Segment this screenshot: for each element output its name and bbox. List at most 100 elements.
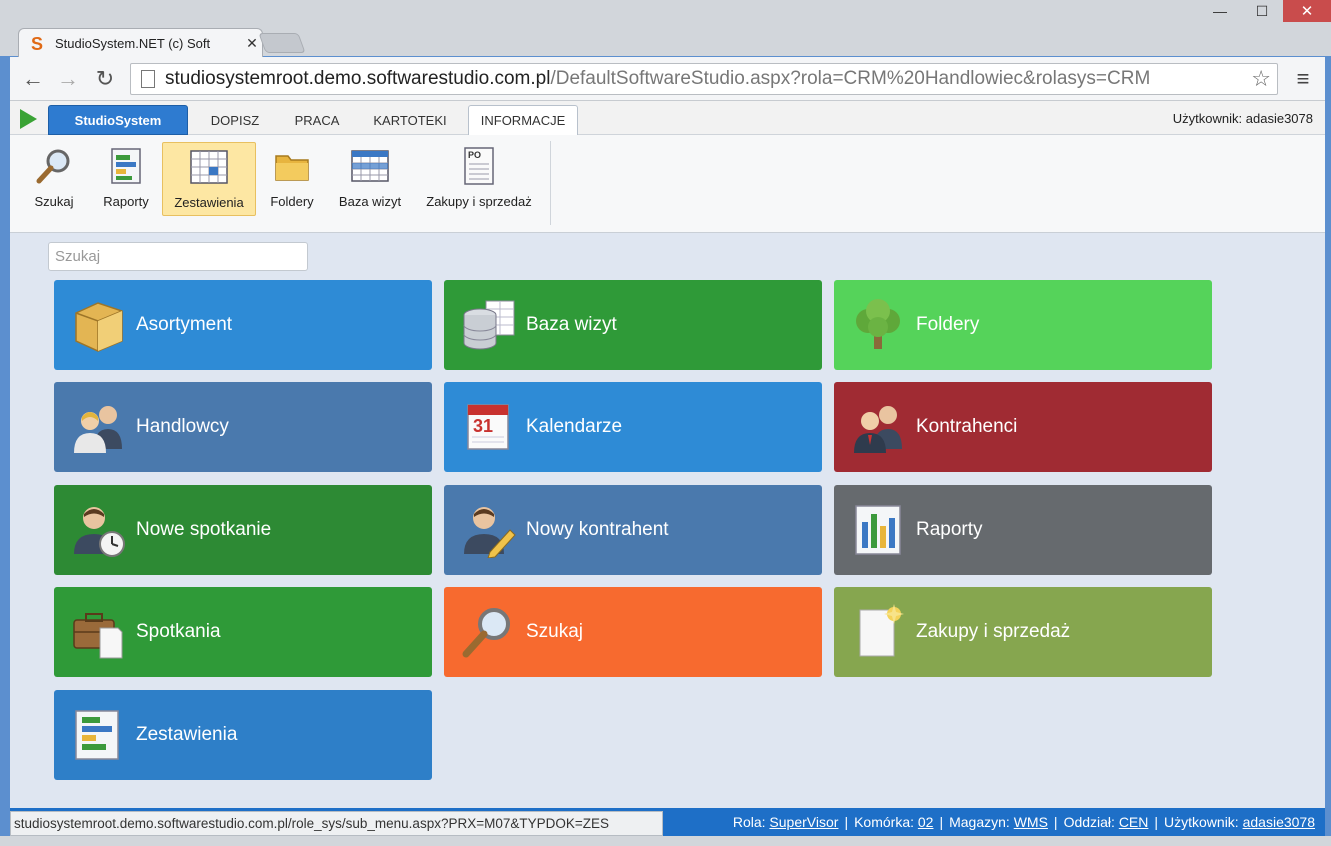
tile-raporty[interactable]: Raporty <box>834 485 1212 575</box>
tile-label: Asortyment <box>136 314 233 335</box>
ribbon-foldery-button[interactable]: Foldery <box>264 142 320 216</box>
ribbon-szukaj-button[interactable]: Szukaj <box>28 142 80 216</box>
url-path: /DefaultSoftwareStudio.aspx?rola=CRM%20H… <box>550 68 1151 89</box>
tile-label: Handlowcy <box>136 416 229 437</box>
play-icon[interactable] <box>20 109 37 129</box>
ribbon-label: Baza wizyt <box>338 194 402 209</box>
ribbon-label: Zakupy i sprzedaż <box>426 194 532 209</box>
ribbon-raporty-button[interactable]: Raporty <box>96 142 156 216</box>
browser-menu-icon[interactable]: ≡ <box>1292 66 1314 92</box>
tile-label: Kontrahenci <box>916 416 1018 437</box>
ribbon-label: Szukaj <box>34 194 74 209</box>
tab-praca[interactable]: PRACA <box>282 105 352 135</box>
tab-informacje[interactable]: INFORMACJE <box>468 105 578 135</box>
users-icon <box>848 397 908 457</box>
ribbon-baza-wizyt-button[interactable]: Baza wizyt <box>334 142 406 216</box>
tile-label: Raporty <box>916 519 983 540</box>
tab-kartoteki[interactable]: KARTOTEKI <box>364 105 456 135</box>
reload-icon[interactable]: ↻ <box>92 66 118 92</box>
new-tab-button[interactable] <box>258 33 306 53</box>
ribbon-label: Raporty <box>103 194 149 209</box>
uzytkownik-link[interactable]: adasie3078 <box>1243 814 1315 830</box>
table-icon <box>189 147 229 187</box>
tile-label: Szukaj <box>526 621 584 642</box>
tile-label: Zestawienia <box>136 724 238 745</box>
window-titlebar: — ☐ ✕ S StudioSystem.NET (c) Soft ✕ <box>0 0 1331 58</box>
tile-asortyment[interactable]: Asortyment <box>54 280 432 370</box>
bookmark-star-icon[interactable]: ☆ <box>1251 66 1271 92</box>
tab-dopisz[interactable]: DOPISZ <box>200 105 270 135</box>
calendar-grid-icon <box>350 146 390 186</box>
tile-label: Foldery <box>916 314 980 335</box>
ribbon-toolbar: Szukaj Raporty Zestawienia Foldery Baza … <box>10 135 1325 233</box>
oddzial-label: Oddział: <box>1063 814 1115 830</box>
app-area: StudioSystem DOPISZ PRACA KARTOTEKI INFO… <box>10 101 1325 808</box>
tab-studiosystem[interactable]: StudioSystem <box>48 105 188 135</box>
tile-label: Nowe spotkanie <box>136 519 272 540</box>
tile-szukaj[interactable]: Szukaj <box>444 587 822 677</box>
tile-label: Zakupy i sprzedaż <box>916 621 1071 642</box>
report-icon <box>106 146 146 186</box>
tab-close-icon[interactable]: ✕ <box>242 35 262 52</box>
svg-text:PO: PO <box>468 150 481 160</box>
tile-zestawienia[interactable]: Zestawienia <box>54 690 432 780</box>
user-edit-icon <box>458 500 518 560</box>
maximize-icon[interactable]: ☐ <box>1241 0 1283 22</box>
ribbon-zakupy-button[interactable]: PO Zakupy i sprzedaż <box>418 142 540 216</box>
app-menu-bar: StudioSystem DOPISZ PRACA KARTOTEKI INFO… <box>10 101 1325 135</box>
report-icon <box>68 705 128 765</box>
komorka-label: Komórka: <box>854 814 914 830</box>
tile-baza-wizyt[interactable]: Baza wizyt <box>444 280 822 370</box>
uzytkownik-label: Użytkownik: <box>1164 814 1239 830</box>
folder-icon <box>272 146 312 186</box>
user-clock-icon <box>68 500 128 560</box>
window-controls: — ☐ ✕ <box>1199 0 1331 28</box>
user-label: Użytkownik: adasie3078 <box>1172 111 1313 126</box>
page-icon <box>141 70 155 88</box>
oddzial-link[interactable]: CEN <box>1119 814 1149 830</box>
status-separator: | <box>939 814 944 830</box>
tile-label: Kalendarze <box>526 416 623 437</box>
magnifier-icon <box>34 146 74 186</box>
close-icon[interactable]: ✕ <box>1283 0 1331 22</box>
tile-handlowcy[interactable]: Handlowcy <box>54 382 432 472</box>
ribbon-label: Zestawienia <box>174 195 244 210</box>
tile-label: Baza wizyt <box>526 314 617 335</box>
magazyn-link[interactable]: WMS <box>1014 814 1048 830</box>
status-separator: | <box>844 814 849 830</box>
window-frame-bottom <box>0 836 1331 846</box>
purchase-order-icon: PO <box>459 146 499 186</box>
tile-label: Nowy kontrahent <box>526 519 669 540</box>
calendar-icon: 31 <box>458 397 518 457</box>
tile-nowy-kontrahent[interactable]: Nowy kontrahent <box>444 485 822 575</box>
komorka-link[interactable]: 02 <box>918 814 934 830</box>
forward-arrow-icon[interactable]: → <box>55 66 81 92</box>
status-separator: | <box>1053 814 1058 830</box>
address-bar[interactable]: studiosystemroot.demo.softwarestudio.com… <box>130 63 1278 95</box>
back-arrow-icon[interactable]: ← <box>20 66 46 92</box>
url-host: studiosystemroot.demo.softwarestudio.com… <box>165 68 551 89</box>
hover-url-tooltip: studiosystemroot.demo.softwarestudio.com… <box>10 811 663 836</box>
ribbon-zestawienia-button[interactable]: Zestawienia <box>162 142 256 216</box>
magnifier-icon <box>458 602 518 662</box>
tile-zakupy-i-sprzedaz[interactable]: Zakupy i sprzedaż <box>834 587 1212 677</box>
search-input[interactable] <box>48 242 308 271</box>
briefcase-icon <box>68 602 128 662</box>
browser-tab[interactable]: S StudioSystem.NET (c) Soft ✕ <box>18 28 263 58</box>
document-icon <box>848 602 908 662</box>
status-separator: | <box>1154 814 1159 830</box>
tile-label: Spotkania <box>136 621 221 642</box>
tile-spotkania[interactable]: Spotkania <box>54 587 432 677</box>
tile-nowe-spotkanie[interactable]: Nowe spotkanie <box>54 485 432 575</box>
tile-kontrahenci[interactable]: Kontrahenci <box>834 382 1212 472</box>
tile-kalendarze[interactable]: 31 Kalendarze <box>444 382 822 472</box>
minimize-icon[interactable]: — <box>1199 0 1241 22</box>
browser-toolbar: ← → ↻ studiosystemroot.demo.softwarestud… <box>10 57 1325 101</box>
users-icon <box>68 397 128 457</box>
svg-text:31: 31 <box>473 416 493 436</box>
rola-link[interactable]: SuperVisor <box>769 814 838 830</box>
report-icon <box>848 500 908 560</box>
tile-foldery[interactable]: Foldery <box>834 280 1212 370</box>
ribbon-label: Foldery <box>270 194 314 209</box>
database-icon <box>458 295 518 355</box>
